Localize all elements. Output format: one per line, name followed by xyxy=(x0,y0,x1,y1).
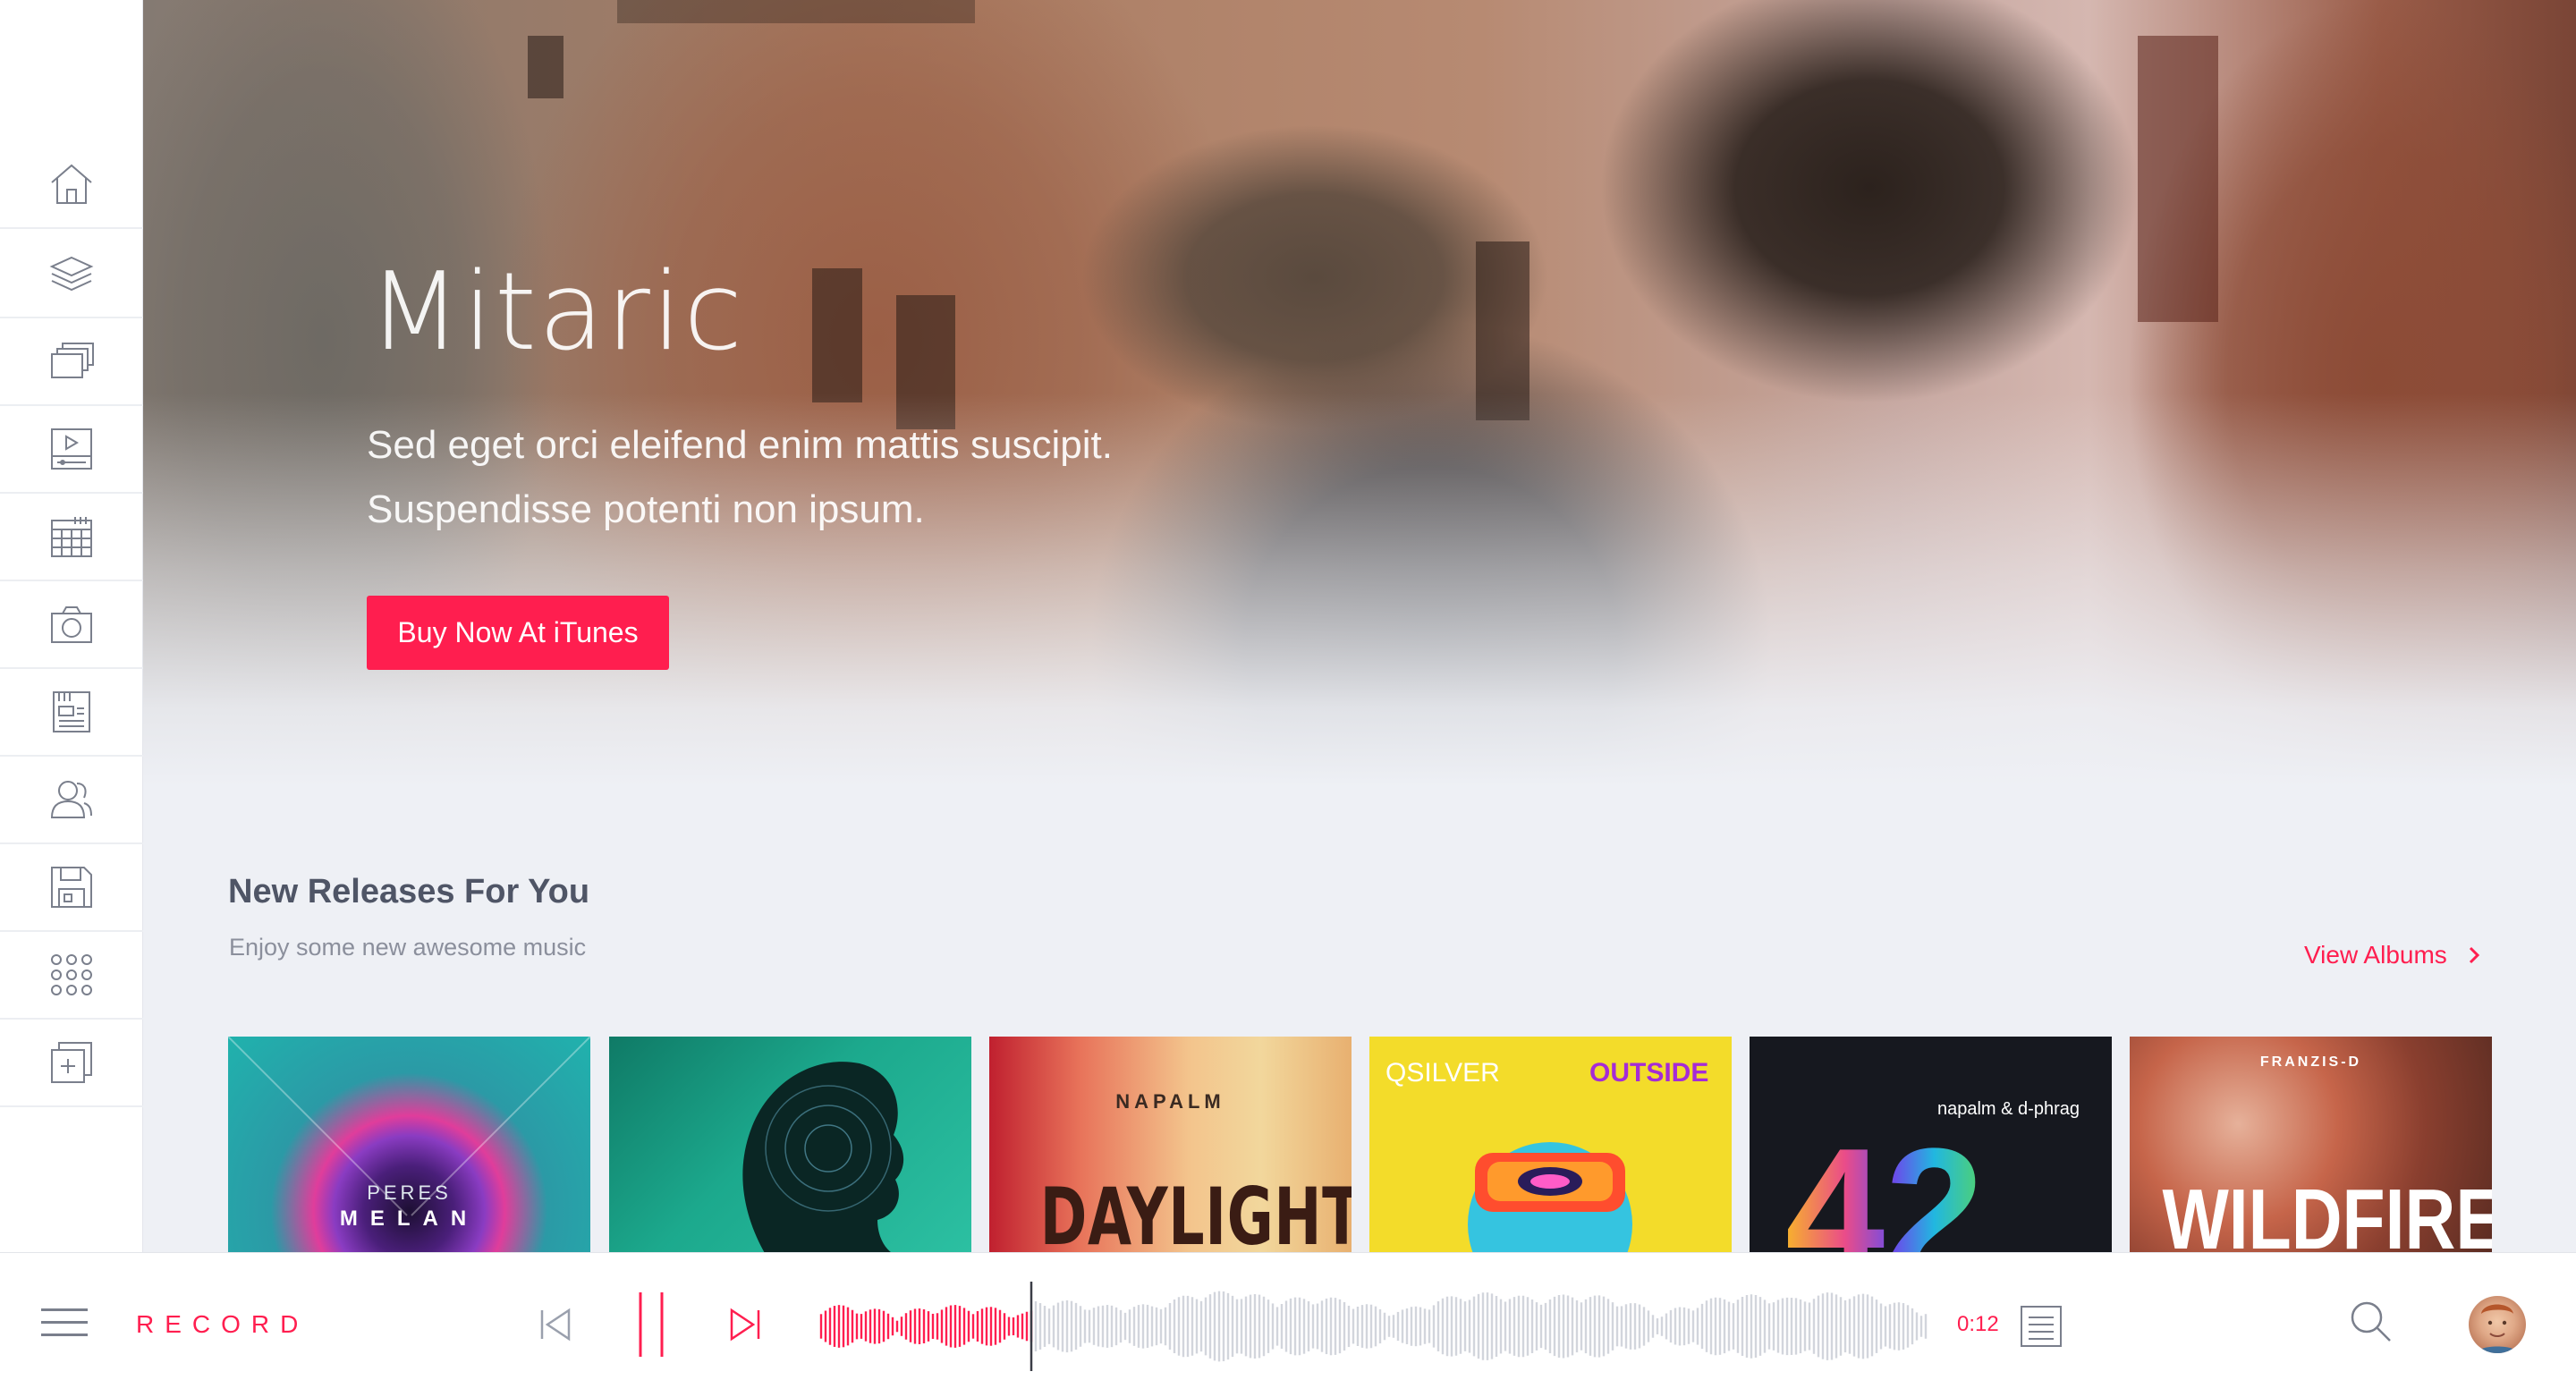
avatar-face xyxy=(2476,1304,2519,1353)
buy-itunes-button[interactable]: Buy Now At iTunes xyxy=(367,596,669,670)
camera-icon xyxy=(51,606,92,643)
pause-icon[interactable] xyxy=(633,1289,669,1360)
album-card[interactable]: PERES MELAN xyxy=(228,1037,590,1255)
album-artist: FRANZIS-D xyxy=(2259,1054,2362,1070)
hero-subtitle-line2: Suspendisse potenti non ipsum. xyxy=(367,487,925,531)
video-player-icon xyxy=(51,428,92,470)
home-icon xyxy=(51,164,92,204)
playback-time: 0:12 xyxy=(1957,1312,1999,1336)
sidebar-item-add[interactable] xyxy=(0,1020,143,1107)
album-title: OUTSIDE xyxy=(1589,1058,1709,1088)
layers-icon xyxy=(49,256,94,292)
album-title: WILDFIRE xyxy=(2162,1172,2492,1255)
album-card[interactable] xyxy=(609,1037,971,1255)
playlist-icon[interactable] xyxy=(2020,1305,2063,1348)
skip-forward-icon[interactable] xyxy=(728,1307,762,1342)
album-card[interactable]: napalm & d-phrag 42 xyxy=(1750,1037,2112,1255)
album-artist: QSILVER xyxy=(1385,1058,1500,1088)
hero-bg-window xyxy=(528,36,564,98)
users-icon xyxy=(50,781,92,818)
newspaper-icon xyxy=(53,691,90,732)
floppy-disk-icon xyxy=(51,867,92,908)
album-title: DAYLIGHT xyxy=(1039,1171,1352,1255)
sidebar-item-camera[interactable] xyxy=(0,581,143,669)
skip-back-icon[interactable] xyxy=(538,1307,572,1342)
sidebar xyxy=(0,0,143,1252)
album-title: MELAN xyxy=(339,1206,479,1231)
sidebar-item-news[interactable] xyxy=(0,669,143,757)
album-artist: NAPALM xyxy=(1115,1090,1225,1113)
chevron-right-icon xyxy=(2469,946,2479,964)
releases-title: New Releases For You xyxy=(228,873,590,910)
hero-subtitle: Sed eget orci eleifend enim mattis susci… xyxy=(367,413,1351,542)
audio-waveform[interactable] xyxy=(819,1280,1928,1373)
releases-subtitle: Enjoy some new awesome music xyxy=(229,934,587,961)
hamburger-menu-icon[interactable] xyxy=(41,1308,88,1344)
add-window-icon xyxy=(51,1042,92,1083)
hero-bg-shutter xyxy=(2138,36,2218,322)
gallery-icon xyxy=(51,343,94,378)
album-list: PERES MELAN NAPALM DAYLIGHT QSILVER OUTS… xyxy=(228,1037,2492,1255)
album-artist: PERES xyxy=(367,1181,452,1204)
hero-banner: Mitaric Sed eget orci eleifend enim matt… xyxy=(143,0,2576,787)
user-avatar[interactable] xyxy=(2469,1296,2526,1353)
album-art-silhouette xyxy=(742,1062,904,1255)
album-card[interactable]: NAPALM DAYLIGHT xyxy=(989,1037,1352,1255)
calendar-icon xyxy=(51,517,92,557)
sidebar-item-save[interactable] xyxy=(0,844,143,932)
hero-bg-window xyxy=(812,268,862,402)
album-title: 42 xyxy=(1785,1122,1984,1256)
album-card[interactable]: FRANZIS-D WILDFIRE xyxy=(2130,1037,2492,1255)
sidebar-item-calendar[interactable] xyxy=(0,494,143,581)
search-icon[interactable] xyxy=(2349,1300,2394,1344)
sidebar-item-home[interactable] xyxy=(0,141,143,229)
album-card[interactable]: QSILVER OUTSIDE xyxy=(1369,1037,1732,1255)
player-bar: RECORD 0:12 xyxy=(0,1252,2576,1397)
hero-subtitle-line1: Sed eget orci eleifend enim mattis susci… xyxy=(367,423,1113,467)
grid-icon xyxy=(51,954,92,995)
view-albums-link[interactable]: View Albums xyxy=(2304,941,2481,969)
view-albums-label: View Albums xyxy=(2304,941,2447,969)
sidebar-item-gallery[interactable] xyxy=(0,318,143,406)
sidebar-item-apps[interactable] xyxy=(0,932,143,1020)
hero-title: Mitaric xyxy=(369,250,745,375)
hero-bg-balcony xyxy=(617,0,975,23)
record-label[interactable]: RECORD xyxy=(136,1310,309,1339)
sidebar-item-layers[interactable] xyxy=(0,231,143,318)
sidebar-item-video[interactable] xyxy=(0,406,143,494)
sidebar-item-users[interactable] xyxy=(0,757,143,844)
